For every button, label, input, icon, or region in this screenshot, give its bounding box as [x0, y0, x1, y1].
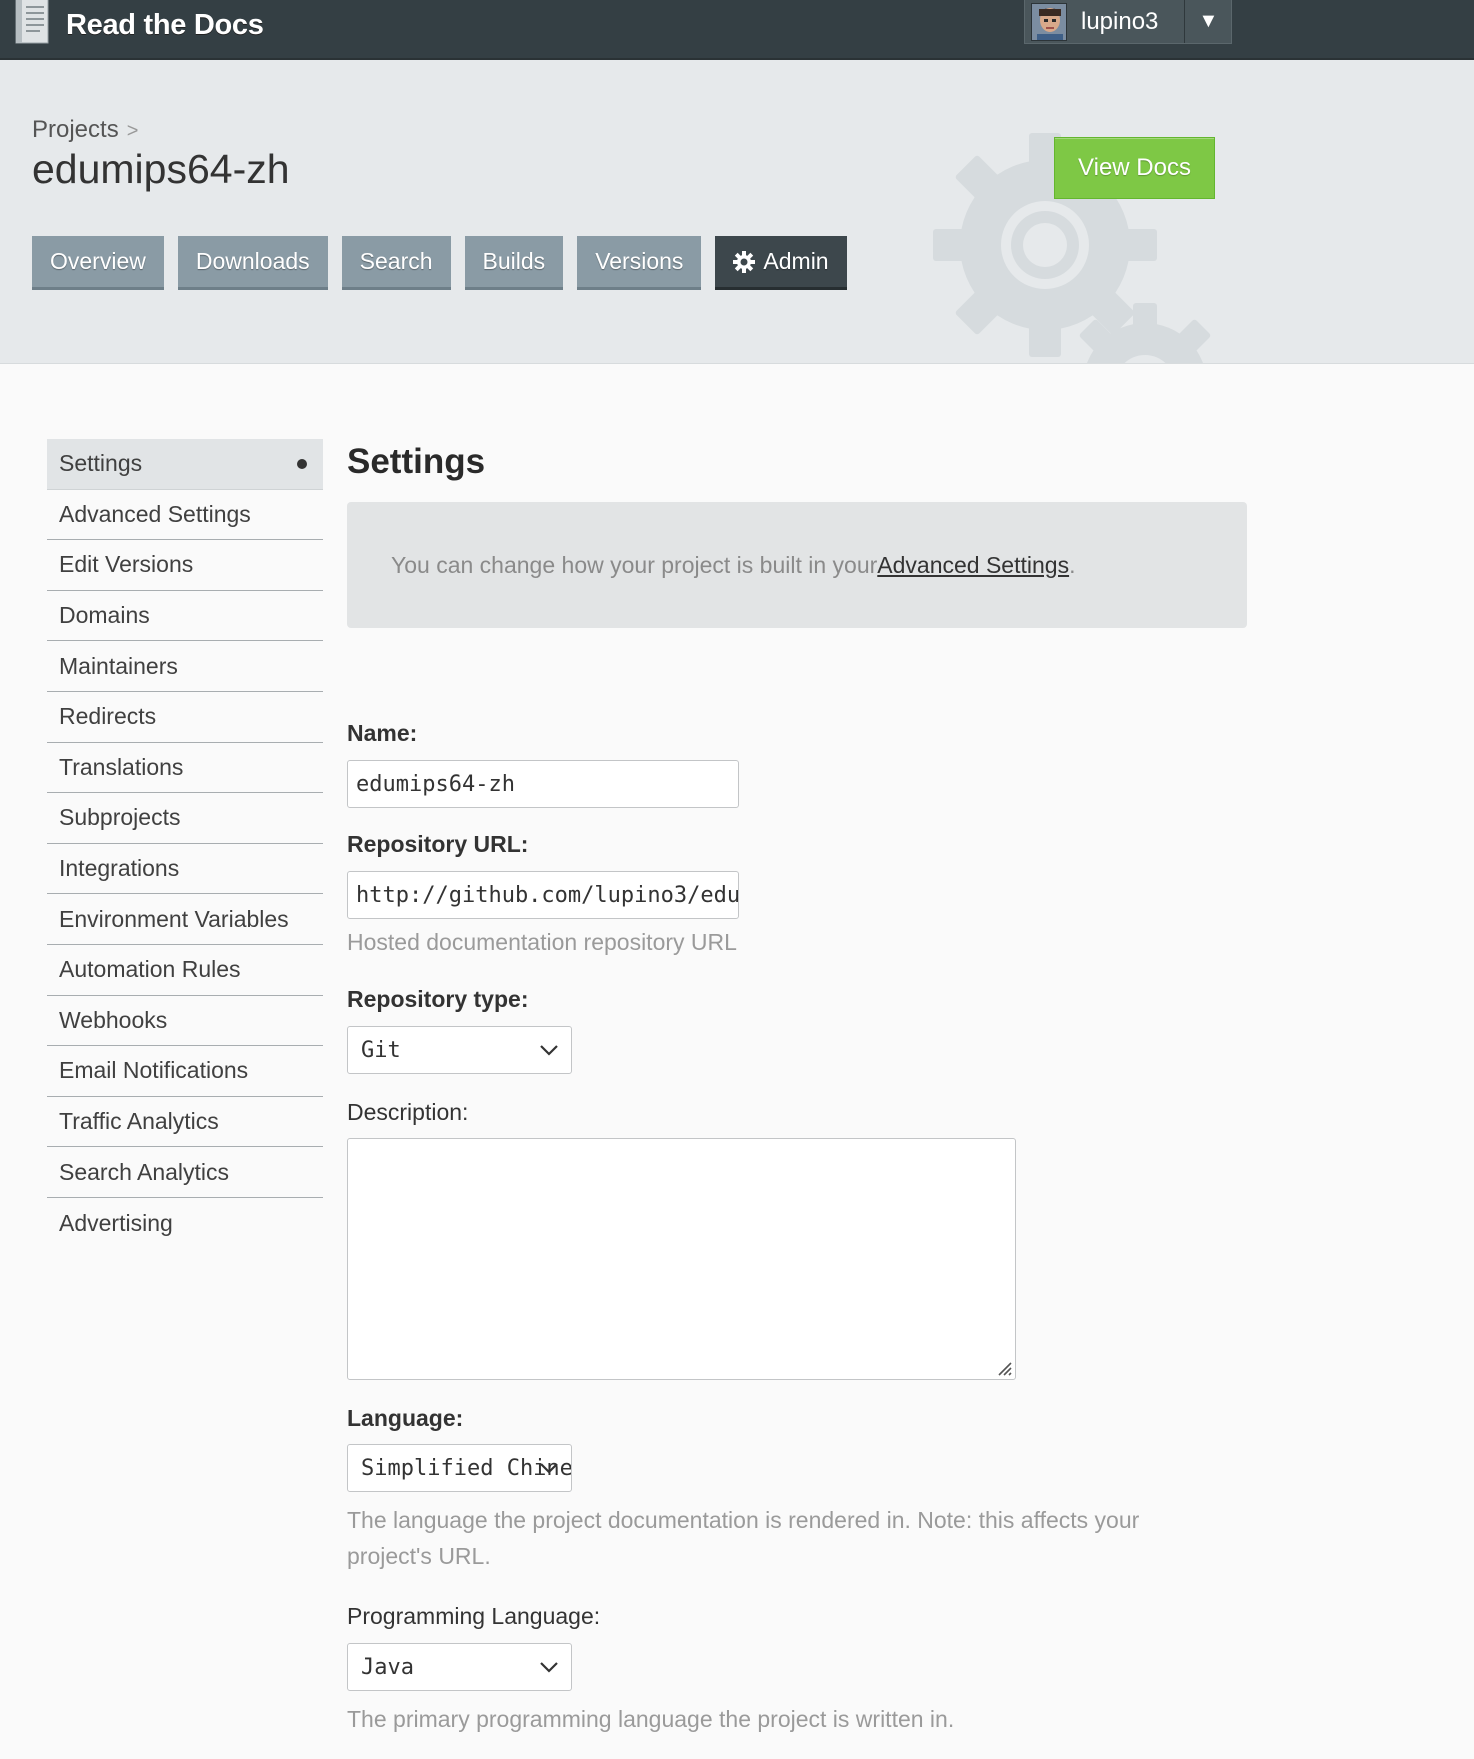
sidebar-item-label: Integrations [59, 855, 180, 882]
repository-url-label: Repository URL: [347, 831, 529, 857]
page-title: Settings [347, 442, 486, 481]
sidebar-item-domains[interactable]: Domains [47, 591, 323, 642]
gear-icon [733, 250, 756, 273]
sidebar-item-label: Subprojects [59, 804, 181, 831]
breadcrumb-projects-link[interactable]: Projects [32, 116, 119, 143]
chevron-down-icon [540, 1045, 558, 1056]
name-field[interactable]: edumips64-zh [347, 760, 739, 808]
sidebar-item-label: Maintainers [59, 652, 178, 679]
sidebar-item-subprojects[interactable]: Subprojects [47, 793, 323, 844]
repository-type-label: Repository type: [347, 986, 529, 1012]
sidebar-item-webhooks[interactable]: Webhooks [47, 996, 323, 1047]
sidebar-item-environment-variables[interactable]: Environment Variables [47, 894, 323, 945]
chevron-down-icon [540, 1463, 558, 1474]
programming-language-value: Java [361, 1654, 414, 1680]
advanced-settings-link[interactable]: Advanced Settings [877, 552, 1069, 579]
sidebar-item-automation-rules[interactable]: Automation Rules [47, 945, 323, 996]
tab-label: Search [359, 248, 433, 274]
sidebar-item-label: Translations [59, 753, 184, 780]
chevron-down-icon [540, 1662, 558, 1673]
tab-label: Builds [482, 248, 546, 274]
sidebar-item-label: Traffic Analytics [59, 1108, 219, 1135]
sidebar-item-edit-versions[interactable]: Edit Versions [47, 540, 323, 591]
sidebar-item-redirects[interactable]: Redirects [47, 692, 323, 743]
sidebar-item-label: Webhooks [59, 1006, 168, 1033]
sidebar-item-traffic-analytics[interactable]: Traffic Analytics [47, 1097, 323, 1148]
tab-label: Admin [763, 248, 829, 274]
user-menu-dropdown-toggle[interactable]: ▼ [1185, 0, 1231, 43]
repository-type-select[interactable]: Git [347, 1026, 572, 1074]
tab-builds[interactable]: Builds [464, 236, 564, 290]
tab-search[interactable]: Search [341, 236, 451, 290]
repository-url-field[interactable]: http://github.com/lupino3/edumips64 [347, 871, 739, 919]
tab-label: Downloads [195, 248, 310, 274]
brand-name: Read the Docs [66, 8, 264, 41]
sidebar-item-label: Automation Rules [59, 956, 241, 983]
view-docs-button[interactable]: View Docs [1054, 137, 1215, 199]
top-navbar: Read the Docs lupino3 ▼ [0, 0, 1474, 60]
sidebar-item-translations[interactable]: Translations [47, 743, 323, 794]
breadcrumb-separator: > [126, 120, 139, 142]
resize-handle-icon[interactable] [995, 1359, 1013, 1377]
sidebar-item-label: Environment Variables [59, 905, 289, 932]
sidebar-item-label: Redirects [59, 703, 157, 730]
username: lupino3 [1081, 7, 1159, 35]
brand-logo[interactable]: Read the Docs [14, 0, 264, 50]
sidebar-item-email-notifications[interactable]: Email Notifications [47, 1046, 323, 1097]
programming-language-help: The primary programming language the pro… [347, 1706, 955, 1732]
programming-language-select[interactable]: Java [347, 1643, 572, 1691]
avatar [1031, 2, 1067, 41]
project-header: Projects > edumips64-zh View Docs Overvie… [0, 60, 1474, 364]
repository-url-help: Hosted documentation repository URL [347, 929, 737, 955]
repository-type-value: Git [361, 1037, 401, 1063]
project-title[interactable]: edumips64-zh [32, 146, 290, 193]
notice-text: You can change how your project is built… [391, 551, 878, 578]
breadcrumb: Projects > [32, 116, 138, 144]
tab-admin[interactable]: Admin [715, 236, 847, 290]
book-logo-icon [14, 0, 50, 45]
tab-overview[interactable]: Overview [32, 236, 164, 290]
settings-sidebar: Settings Advanced Settings Edit Versions… [47, 439, 323, 1249]
sidebar-item-label: Advanced Settings [59, 500, 251, 527]
caret-down-icon: ▼ [1198, 10, 1219, 32]
user-profile-link[interactable]: lupino3 [1025, 0, 1186, 43]
sidebar-item-label: Search Analytics [59, 1158, 230, 1185]
tab-downloads[interactable]: Downloads [177, 236, 328, 290]
language-select[interactable]: Simplified Chinese [347, 1444, 572, 1492]
sidebar-item-label: Email Notifications [59, 1057, 249, 1084]
project-nav-tabs: Overview Downloads Search Builds Version… [32, 236, 861, 290]
active-dot-icon [297, 458, 307, 469]
sidebar-item-label: Settings [59, 450, 143, 477]
tab-versions[interactable]: Versions [577, 236, 702, 290]
programming-language-label: Programming Language: [347, 1603, 601, 1629]
description-label: Description: [347, 1099, 469, 1125]
language-label: Language: [347, 1405, 464, 1431]
sidebar-item-integrations[interactable]: Integrations [47, 844, 323, 895]
sidebar-item-search-analytics[interactable]: Search Analytics [47, 1147, 323, 1198]
sidebar-item-label: Advertising [59, 1209, 173, 1236]
sidebar-item-settings[interactable]: Settings [47, 439, 323, 490]
tab-label: Versions [595, 248, 684, 274]
user-menu[interactable]: lupino3 ▼ [1024, 0, 1233, 44]
sidebar-item-maintainers[interactable]: Maintainers [47, 641, 323, 692]
notice-period: . [1069, 551, 1076, 578]
sidebar-item-advertising[interactable]: Advertising [47, 1198, 323, 1249]
name-label: Name: [347, 720, 418, 746]
sidebar-item-label: Edit Versions [59, 551, 194, 578]
sidebar-item-label: Domains [59, 602, 150, 629]
gears-decoration-icon [933, 133, 1211, 363]
tab-label: Overview [50, 248, 146, 274]
language-help: The language the project documentation i… [347, 1507, 1140, 1569]
sidebar-item-advanced-settings[interactable]: Advanced Settings [47, 490, 323, 541]
description-textarea[interactable] [347, 1138, 1016, 1380]
advanced-settings-notice: You can change how your project is built… [347, 502, 1247, 628]
